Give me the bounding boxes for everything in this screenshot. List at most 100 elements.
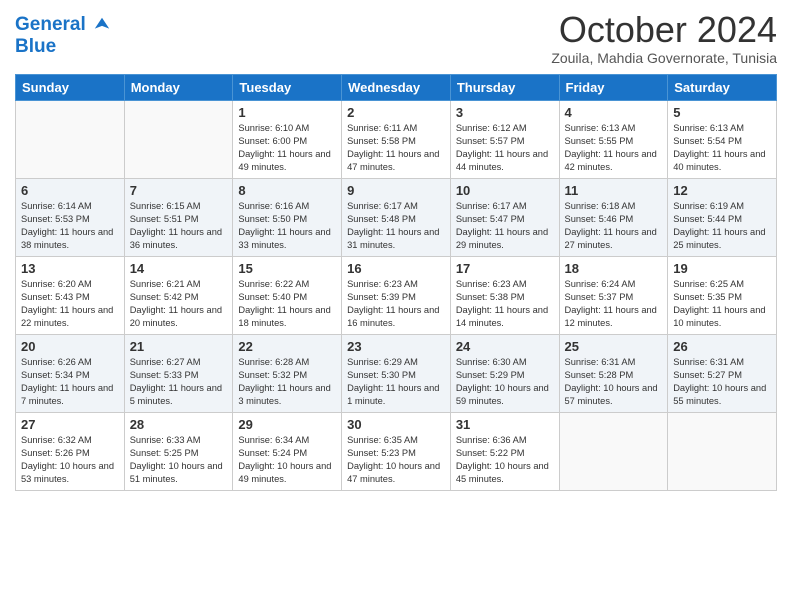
header-saturday: Saturday xyxy=(668,74,777,100)
table-row: 13Sunrise: 6:20 AMSunset: 5:43 PMDayligh… xyxy=(16,256,125,334)
calendar-week-row: 13Sunrise: 6:20 AMSunset: 5:43 PMDayligh… xyxy=(16,256,777,334)
logo: General Blue xyxy=(15,14,111,58)
table-row xyxy=(668,412,777,490)
page: General Blue October 2024 Zouila, Mahdia… xyxy=(0,0,792,612)
cell-info: Sunrise: 6:36 AMSunset: 5:22 PMDaylight:… xyxy=(456,434,554,486)
cell-info: Sunrise: 6:31 AMSunset: 5:27 PMDaylight:… xyxy=(673,356,771,408)
day-number: 22 xyxy=(238,339,336,354)
table-row: 16 Sunrise: 6:23 AMSunset: 5:39 PMDayligh… xyxy=(342,256,451,334)
table-row: 11 Sunrise: 6:18 AMSunset: 5:46 PMDayligh… xyxy=(559,178,668,256)
table-row: 19 Sunrise: 6:25 AMSunset: 5:35 PMDayligh… xyxy=(668,256,777,334)
cell-info: Sunrise: 6:10 AMSunset: 6:00 PMDaylight:… xyxy=(238,122,336,174)
cell-info: Sunrise: 6:29 AMSunset: 5:30 PMDaylight:… xyxy=(347,356,445,408)
table-row: 4 Sunrise: 6:13 AMSunset: 5:55 PMDaylight… xyxy=(559,100,668,178)
header: General Blue October 2024 Zouila, Mahdia… xyxy=(15,10,777,66)
header-monday: Monday xyxy=(124,74,233,100)
header-tuesday: Tuesday xyxy=(233,74,342,100)
table-row: 14 Sunrise: 6:21 AMSunset: 5:42 PMDayligh… xyxy=(124,256,233,334)
month-title: October 2024 xyxy=(551,10,777,50)
header-thursday: Thursday xyxy=(450,74,559,100)
logo-line1: General xyxy=(15,14,111,36)
table-row: 8 Sunrise: 6:16 AMSunset: 5:50 PMDaylight… xyxy=(233,178,342,256)
cell-info: Sunrise: 6:21 AMSunset: 5:42 PMDaylight:… xyxy=(130,278,228,330)
table-row: 24 Sunrise: 6:30 AMSunset: 5:29 PMDayligh… xyxy=(450,334,559,412)
cell-info: Sunrise: 6:18 AMSunset: 5:46 PMDaylight:… xyxy=(565,200,663,252)
cell-info: Sunrise: 6:26 AMSunset: 5:34 PMDaylight:… xyxy=(21,356,119,408)
calendar-week-row: 1 Sunrise: 6:10 AMSunset: 6:00 PMDaylight… xyxy=(16,100,777,178)
cell-info: Sunrise: 6:16 AMSunset: 5:50 PMDaylight:… xyxy=(238,200,336,252)
cell-info: Sunrise: 6:17 AMSunset: 5:47 PMDaylight:… xyxy=(456,200,554,252)
day-number: 17 xyxy=(456,261,554,276)
day-number: 25 xyxy=(565,339,663,354)
day-number: 5 xyxy=(673,105,771,120)
cell-info: Sunrise: 6:17 AMSunset: 5:48 PMDaylight:… xyxy=(347,200,445,252)
table-row: 23 Sunrise: 6:29 AMSunset: 5:30 PMDayligh… xyxy=(342,334,451,412)
day-number: 12 xyxy=(673,183,771,198)
day-number: 18 xyxy=(565,261,663,276)
table-row: 10 Sunrise: 6:17 AMSunset: 5:47 PMDayligh… xyxy=(450,178,559,256)
table-row: 3Sunrise: 6:12 AMSunset: 5:57 PMDaylight… xyxy=(450,100,559,178)
day-number: 1 xyxy=(238,105,336,120)
day-number: 4 xyxy=(565,105,663,120)
table-row: 21 Sunrise: 6:27 AMSunset: 5:33 PMDayligh… xyxy=(124,334,233,412)
table-row xyxy=(559,412,668,490)
table-row: 2 Sunrise: 6:11 AMSunset: 5:58 PMDaylight… xyxy=(342,100,451,178)
table-row: 7Sunrise: 6:15 AMSunset: 5:51 PMDaylight… xyxy=(124,178,233,256)
day-number: 11 xyxy=(565,183,663,198)
day-number: 16 xyxy=(347,261,445,276)
day-number: 9 xyxy=(347,183,445,198)
day-number: 2 xyxy=(347,105,445,120)
day-number: 31 xyxy=(456,417,554,432)
cell-info: Sunrise: 6:25 AMSunset: 5:35 PMDaylight:… xyxy=(673,278,771,330)
cell-info: Sunrise: 6:27 AMSunset: 5:33 PMDaylight:… xyxy=(130,356,228,408)
table-row: 15 Sunrise: 6:22 AMSunset: 5:40 PMDayligh… xyxy=(233,256,342,334)
cell-info: Sunrise: 6:13 AMSunset: 5:55 PMDaylight:… xyxy=(565,122,663,174)
cell-info: Sunrise: 6:33 AMSunset: 5:25 PMDaylight:… xyxy=(130,434,228,486)
table-row: 26Sunrise: 6:31 AMSunset: 5:27 PMDayligh… xyxy=(668,334,777,412)
table-row: 6Sunrise: 6:14 AMSunset: 5:53 PMDaylight… xyxy=(16,178,125,256)
cell-info: Sunrise: 6:28 AMSunset: 5:32 PMDaylight:… xyxy=(238,356,336,408)
cell-info: Sunrise: 6:24 AMSunset: 5:37 PMDaylight:… xyxy=(565,278,663,330)
calendar-week-row: 6Sunrise: 6:14 AMSunset: 5:53 PMDaylight… xyxy=(16,178,777,256)
logo-line2: Blue xyxy=(15,36,111,58)
cell-info: Sunrise: 6:20 AMSunset: 5:43 PMDaylight:… xyxy=(21,278,119,330)
table-row: 5Sunrise: 6:13 AMSunset: 5:54 PMDaylight… xyxy=(668,100,777,178)
day-number: 21 xyxy=(130,339,228,354)
day-number: 14 xyxy=(130,261,228,276)
day-number: 8 xyxy=(238,183,336,198)
table-row: 30Sunrise: 6:35 AMSunset: 5:23 PMDayligh… xyxy=(342,412,451,490)
table-row: 9 Sunrise: 6:17 AMSunset: 5:48 PMDaylight… xyxy=(342,178,451,256)
day-number: 23 xyxy=(347,339,445,354)
cell-info: Sunrise: 6:19 AMSunset: 5:44 PMDaylight:… xyxy=(673,200,771,252)
calendar-week-row: 27Sunrise: 6:32 AMSunset: 5:26 PMDayligh… xyxy=(16,412,777,490)
day-number: 24 xyxy=(456,339,554,354)
cell-info: Sunrise: 6:11 AMSunset: 5:58 PMDaylight:… xyxy=(347,122,445,174)
table-row: 28 Sunrise: 6:33 AMSunset: 5:25 PMDayligh… xyxy=(124,412,233,490)
cell-info: Sunrise: 6:22 AMSunset: 5:40 PMDaylight:… xyxy=(238,278,336,330)
day-number: 29 xyxy=(238,417,336,432)
table-row: 22 Sunrise: 6:28 AMSunset: 5:32 PMDayligh… xyxy=(233,334,342,412)
location-subtitle: Zouila, Mahdia Governorate, Tunisia xyxy=(551,50,777,66)
day-number: 10 xyxy=(456,183,554,198)
day-number: 20 xyxy=(21,339,119,354)
day-number: 7 xyxy=(130,183,228,198)
day-number: 3 xyxy=(456,105,554,120)
day-number: 28 xyxy=(130,417,228,432)
header-friday: Friday xyxy=(559,74,668,100)
cell-info: Sunrise: 6:30 AMSunset: 5:29 PMDaylight:… xyxy=(456,356,554,408)
table-row: 1 Sunrise: 6:10 AMSunset: 6:00 PMDaylight… xyxy=(233,100,342,178)
cell-info: Sunrise: 6:14 AMSunset: 5:53 PMDaylight:… xyxy=(21,200,119,252)
day-number: 15 xyxy=(238,261,336,276)
cell-info: Sunrise: 6:23 AMSunset: 5:39 PMDaylight:… xyxy=(347,278,445,330)
table-row: 17 Sunrise: 6:23 AMSunset: 5:38 PMDayligh… xyxy=(450,256,559,334)
table-row: 18 Sunrise: 6:24 AMSunset: 5:37 PMDayligh… xyxy=(559,256,668,334)
cell-info: Sunrise: 6:32 AMSunset: 5:26 PMDaylight:… xyxy=(21,434,119,486)
logo-bird-icon xyxy=(93,16,111,34)
cell-info: Sunrise: 6:23 AMSunset: 5:38 PMDaylight:… xyxy=(456,278,554,330)
cell-info: Sunrise: 6:34 AMSunset: 5:24 PMDaylight:… xyxy=(238,434,336,486)
table-row xyxy=(124,100,233,178)
table-row: 29 Sunrise: 6:34 AMSunset: 5:24 PMDayligh… xyxy=(233,412,342,490)
day-number: 19 xyxy=(673,261,771,276)
header-sunday: Sunday xyxy=(16,74,125,100)
table-row: 12 Sunrise: 6:19 AMSunset: 5:44 PMDayligh… xyxy=(668,178,777,256)
